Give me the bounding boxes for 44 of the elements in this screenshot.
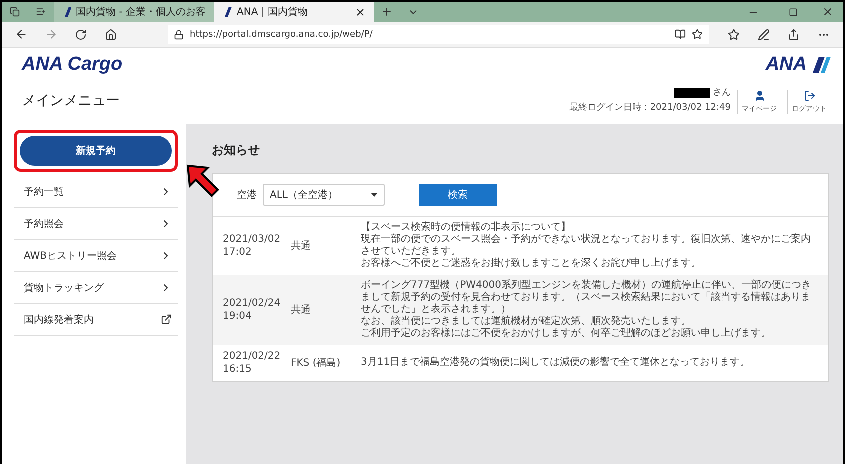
notice-time: 16:15 [223,363,253,376]
logo: ANA Cargo [22,54,123,76]
notice-date: 2021/03/02 [223,233,282,246]
filter-label: 空港 [237,188,257,202]
new-booking-button[interactable]: 新規予約 [20,136,172,166]
search-button[interactable]: 検索 [419,184,497,206]
logout-icon [804,90,816,102]
notice-text: ご利用予定のお客様にはご不便をおかけしますが、何卒ご理解のほどお願い申し上げます。 [361,328,772,340]
notice-text: お客様へご不便とご迷惑をお掛け致しますことを深くお詫び申し上げます。 [361,258,702,270]
redaction-bar [674,88,710,98]
sidebar-item[interactable]: 国内線発着案内 [14,304,178,336]
close-tab-icon[interactable] [355,6,366,18]
arrow-drawing [186,164,220,198]
brand-logo: ANA [766,54,831,76]
dropdown-icon [371,193,378,197]
notice-time: 17:02 [223,246,253,259]
browser-tab[interactable]: ANA | 国内貨物 [214,2,374,22]
user-icon [754,90,766,102]
user-suffix: さん [713,87,731,99]
notice-text: ボーイング777型機（PW4000系列型エンジンを装備した機材）の運航停止に伴い、一部の便につきまして新規予約の受付を見合わせております。（スペース検索結果において「該当する情報はありませんでした」と表示されます。） [361,280,812,316]
section-title: お知らせ [212,142,261,159]
external-link-icon [161,314,172,325]
notice-text: 現在一部の便でのスペース照会・予約ができない状況となっております。復旧次第、速やかにご案内させていただきます。 [361,234,812,258]
lock-icon [174,30,184,40]
notice-text: 3月11日まで福島空港発の貨物便に関しては減便の影響で全て運休となっております。 [361,357,752,369]
address-field[interactable]: https://portal.dmscargo.ana.co.jp/web/P/ [168,25,709,44]
notice-date: 2021/02/22 [223,350,282,363]
browser-tab[interactable]: 国内貨物 - 企業・個人のお客 [54,2,214,22]
notice-text: なお、該当便につきましては運航機材が確定次第、順次発売いたします。 [361,316,692,328]
notice-date: 2021/02/24 [223,297,282,310]
sidebar-item[interactable]: 貨物トラッキング [14,272,178,304]
last-login-text: 最終ログイン日時：2021/03/02 12:49 [569,102,731,114]
sidebar-item[interactable]: AWBヒストリー照会 [14,240,178,272]
sidebar-item[interactable]: 予約一覧 [14,176,178,208]
sidebar-item[interactable]: 予約照会 [14,208,178,240]
notice-category: 共通 [291,304,311,317]
notice-category: FKS (福島) [291,356,341,370]
notice-category: 共通 [291,240,311,253]
notice-time: 19:04 [223,310,253,323]
notice-text: 【スペース検索時の便情報の非表示について】 [361,222,572,234]
airport-select[interactable]: ALL（全空港） [263,184,385,206]
reading-view-icon[interactable] [675,29,686,40]
page-title: メインメニュー [22,92,121,110]
favorite-icon[interactable] [692,29,703,40]
